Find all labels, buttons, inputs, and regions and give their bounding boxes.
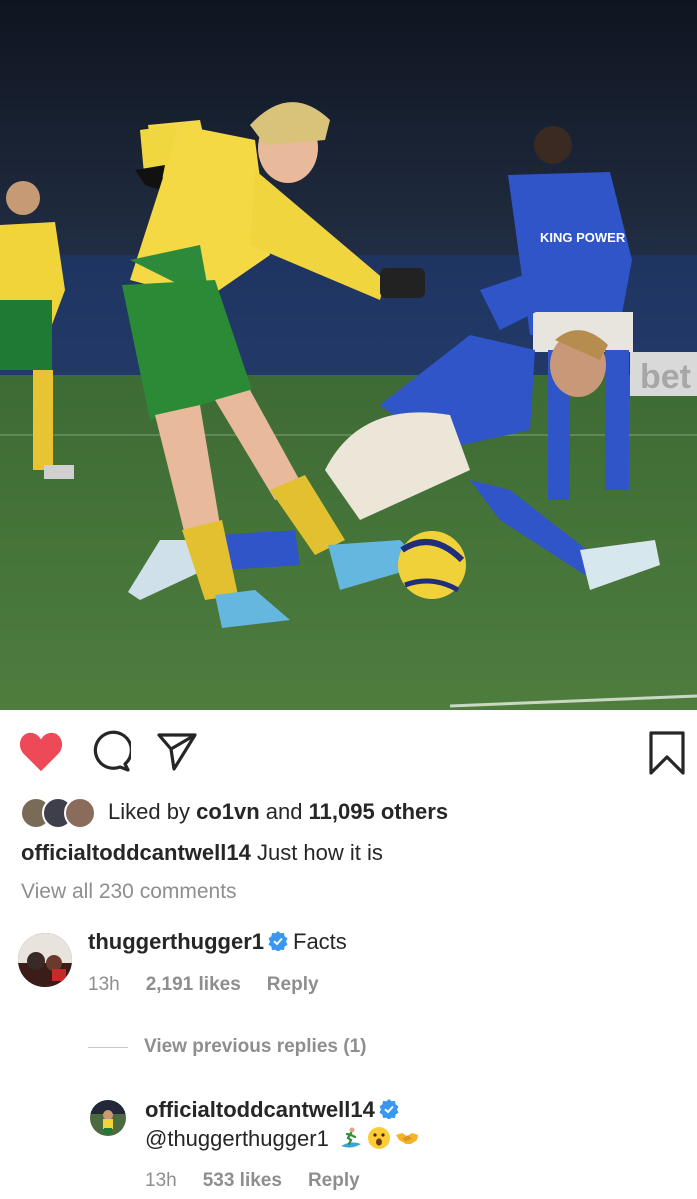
view-all-comments-link[interactable]: View all 230 comments [21, 880, 237, 904]
reply-button[interactable]: Reply [308, 1170, 360, 1191]
comment-username[interactable]: thuggerthugger1 [88, 929, 264, 954]
post-photo[interactable]: bet KING POWER [0, 0, 697, 710]
comment-meta: 13h 2,191 likes Reply [88, 974, 345, 996]
avatar [64, 797, 96, 829]
reply-mention-link[interactable]: @thuggerthugger1 [145, 1126, 329, 1151]
football [398, 531, 466, 599]
astonished-face-icon [367, 1127, 390, 1149]
liker-avatars [20, 797, 100, 829]
caption-username[interactable]: officialtoddcantwell14 [21, 840, 251, 865]
reply-text-line: @thuggerthugger1 [145, 1126, 419, 1152]
action-bar [0, 710, 697, 800]
sponsor-board-text: bet [640, 358, 691, 396]
surfer-icon [340, 1127, 361, 1148]
comment-line: thuggerthugger1 Facts [88, 929, 347, 955]
reply-meta: 13h 533 likes Reply [145, 1170, 386, 1192]
reply-time: 13h [145, 1170, 177, 1191]
liked-and: and [265, 799, 303, 824]
handshake-icon [395, 1133, 418, 1144]
heart-icon[interactable] [18, 730, 64, 774]
caption-text: Just how it is [256, 840, 383, 865]
instagram-post: bet KING POWER Liked by co1vn and 11,095… [0, 0, 697, 1199]
reply-header: officialtoddcantwell14 [145, 1097, 404, 1123]
liked-by-row[interactable]: Liked by co1vn and 11,095 others [20, 795, 448, 829]
reply-likes-link[interactable]: 533 likes [203, 1170, 282, 1191]
verified-badge-icon [379, 1099, 399, 1119]
comment-likes-link[interactable]: 2,191 likes [146, 974, 241, 995]
comment-icon[interactable] [89, 730, 131, 772]
reply-button[interactable]: Reply [267, 974, 319, 995]
comment-time: 13h [88, 974, 120, 995]
comment-text: Facts [293, 929, 347, 954]
reply-username[interactable]: officialtoddcantwell14 [145, 1097, 375, 1122]
avatar[interactable] [18, 933, 72, 987]
divider [88, 1046, 128, 1048]
sponsor-board: bet [630, 352, 697, 396]
paper-plane-icon[interactable] [156, 730, 198, 772]
avatar[interactable] [90, 1100, 126, 1136]
bookmark-icon[interactable] [648, 730, 686, 776]
liked-user-link[interactable]: co1vn [196, 799, 260, 825]
liked-count-link[interactable]: 11,095 others [309, 799, 448, 825]
view-previous-replies[interactable]: View previous replies (1) [88, 1036, 366, 1058]
shirt-text: KING POWER [540, 230, 626, 245]
caption: officialtoddcantwell14 Just how it is [21, 840, 383, 866]
view-previous-replies-label: View previous replies (1) [144, 1036, 367, 1057]
liked-prefix: Liked by [108, 799, 190, 824]
verified-badge-icon [268, 931, 288, 951]
